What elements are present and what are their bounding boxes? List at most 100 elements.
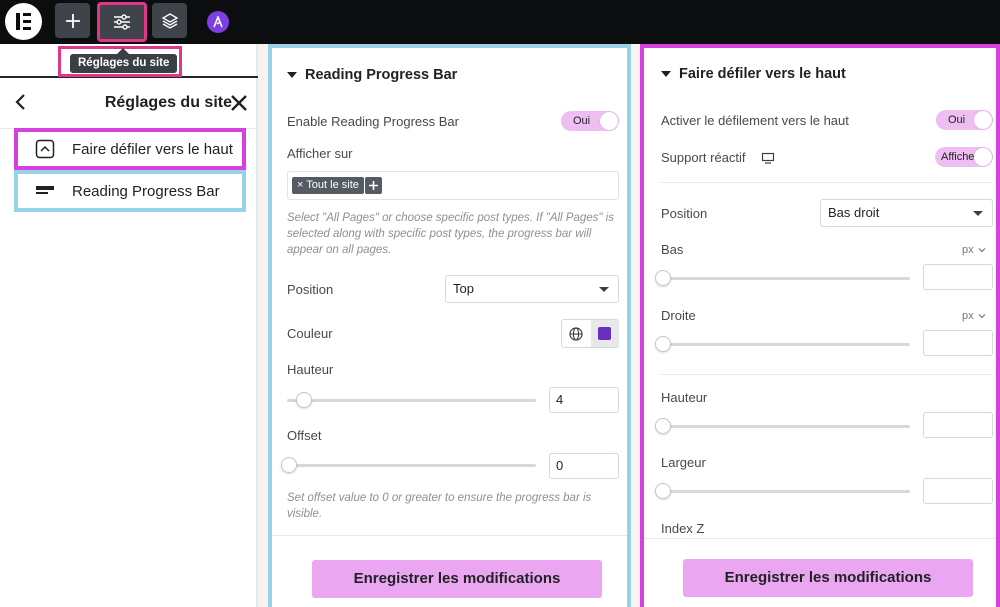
plus-icon	[369, 181, 378, 190]
toggle-text: Affiche	[941, 151, 975, 163]
scroll-height-input[interactable]	[923, 412, 993, 438]
bottom-label: Bas	[661, 242, 684, 257]
responsive-toggle[interactable]: Affiche	[935, 147, 993, 167]
scroll-height-slider-thumb[interactable]	[655, 418, 671, 434]
chevron-down-icon	[599, 287, 609, 292]
top-toolbar	[0, 0, 1000, 44]
site-settings-tooltip: Réglages du site	[70, 54, 178, 73]
scroll-to-top-panel: Faire défiler vers le haut Activer le dé…	[640, 44, 1000, 607]
zindex-label: Index Z	[661, 521, 705, 536]
chevron-down-icon	[978, 248, 986, 253]
caret-down-icon	[287, 72, 297, 78]
enable-label: Enable Reading Progress Bar	[287, 114, 459, 129]
scroll-position-select[interactable]: Bas droit	[820, 199, 993, 227]
color-swatch-wrap[interactable]	[591, 320, 619, 347]
site-settings-sidebar: Réglages du site Faire défiler vers le h…	[0, 44, 258, 607]
scroll-height-label: Hauteur	[661, 390, 708, 405]
color-label: Couleur	[287, 326, 333, 341]
section-title: Faire défiler vers le haut	[679, 66, 846, 82]
toggle-text: Oui	[948, 114, 966, 126]
structure-button[interactable]	[152, 3, 187, 38]
display-on-field[interactable]: × Tout le site	[287, 171, 619, 200]
sidebar-item-reading-progress-bar[interactable]: Reading Progress Bar	[14, 170, 246, 212]
section-title: Reading Progress Bar	[305, 67, 458, 83]
right-input[interactable]	[923, 330, 993, 356]
divider	[661, 374, 993, 375]
height-label: Hauteur	[287, 362, 334, 377]
divider	[661, 182, 993, 183]
reading-progress-panel: Reading Progress Bar Enable Reading Prog…	[268, 44, 631, 607]
width-slider-thumb[interactable]	[655, 483, 671, 499]
section-toggle[interactable]: Faire défiler vers le haut	[661, 66, 846, 82]
color-swatch	[598, 327, 611, 340]
responsive-label: Support réactif	[661, 150, 746, 165]
right-slider-track[interactable]	[661, 343, 910, 346]
scroll-height-slider-track[interactable]	[661, 425, 910, 428]
desktop-icon[interactable]	[761, 151, 775, 169]
sidebar-title: Réglages du site	[104, 94, 232, 111]
enable-toggle[interactable]: Oui	[561, 111, 619, 131]
remove-tag-icon[interactable]: ×	[297, 179, 306, 191]
astra-icon[interactable]	[207, 11, 229, 33]
offset-input[interactable]: 0	[549, 453, 619, 479]
position-label: Position	[287, 282, 334, 297]
width-input[interactable]	[923, 478, 993, 504]
chevron-down-icon	[978, 314, 986, 319]
height-input[interactable]: 4	[549, 387, 619, 413]
bottom-slider-thumb[interactable]	[655, 270, 671, 286]
unit-label: px	[962, 244, 974, 256]
scroll-position-label: Position	[661, 206, 708, 221]
right-label: Droite	[661, 308, 696, 323]
bottom-input[interactable]	[923, 264, 993, 290]
display-on-help: Select "All Pages" or choose specific po…	[287, 212, 614, 256]
sidebar-item-label: Faire défiler vers le haut	[72, 140, 233, 158]
width-label: Largeur	[661, 455, 706, 470]
color-control	[561, 319, 619, 348]
progress-bar-icon	[28, 185, 62, 197]
height-slider-track[interactable]	[287, 399, 536, 402]
layers-icon	[161, 12, 178, 29]
toggle-knob	[600, 112, 618, 130]
add-tag-button[interactable]	[365, 177, 382, 194]
offset-label: Offset	[287, 428, 322, 443]
right-unit-select[interactable]: px	[962, 310, 987, 322]
toggle-text: Oui	[573, 115, 591, 127]
position-value: Bas droit	[828, 205, 880, 220]
position-value: Top	[453, 281, 474, 296]
save-button[interactable]: Enregistrer les modifications	[312, 560, 602, 598]
close-icon[interactable]	[229, 93, 249, 113]
panel-footer: Enregistrer les modifications	[644, 538, 996, 607]
enable-scroll-toggle[interactable]: Oui	[936, 110, 993, 130]
elementor-logo-icon[interactable]	[5, 3, 42, 40]
unit-label: px	[962, 310, 974, 322]
globe-icon[interactable]	[569, 327, 583, 346]
tag-label: Tout le site	[306, 179, 359, 191]
site-settings-button[interactable]	[97, 2, 147, 42]
section-toggle[interactable]: Reading Progress Bar	[287, 67, 457, 83]
offset-slider-thumb[interactable]	[281, 457, 297, 473]
offset-help: Set offset value to 0 or greater to ensu…	[287, 492, 592, 520]
save-button[interactable]: Enregistrer les modifications	[683, 559, 973, 597]
right-slider-thumb[interactable]	[655, 336, 671, 352]
panel-gap	[631, 44, 640, 607]
back-chevron-icon[interactable]	[12, 92, 30, 112]
add-element-button[interactable]	[55, 3, 90, 38]
plus-icon	[65, 13, 80, 28]
scroll-top-icon	[28, 139, 62, 159]
panel-gap	[258, 44, 268, 607]
bottom-unit-select[interactable]: px	[962, 244, 987, 256]
display-on-label: Afficher sur	[287, 146, 353, 161]
position-select[interactable]: Top	[445, 275, 619, 303]
bottom-slider-track[interactable]	[661, 277, 910, 280]
toggle-knob	[974, 111, 992, 129]
chevron-down-icon	[973, 211, 983, 216]
offset-slider-track[interactable]	[287, 464, 536, 467]
panel-footer: Enregistrer les modifications	[272, 535, 627, 607]
sidebar-item-scroll-to-top[interactable]: Faire défiler vers le haut	[14, 128, 246, 170]
caret-down-icon	[661, 71, 671, 77]
height-slider-thumb[interactable]	[295, 392, 312, 408]
toggle-knob	[974, 148, 992, 166]
display-on-tag[interactable]: × Tout le site	[292, 177, 364, 194]
width-slider-track[interactable]	[661, 490, 910, 493]
enable-scroll-label: Activer le défilement vers le haut	[661, 113, 849, 128]
